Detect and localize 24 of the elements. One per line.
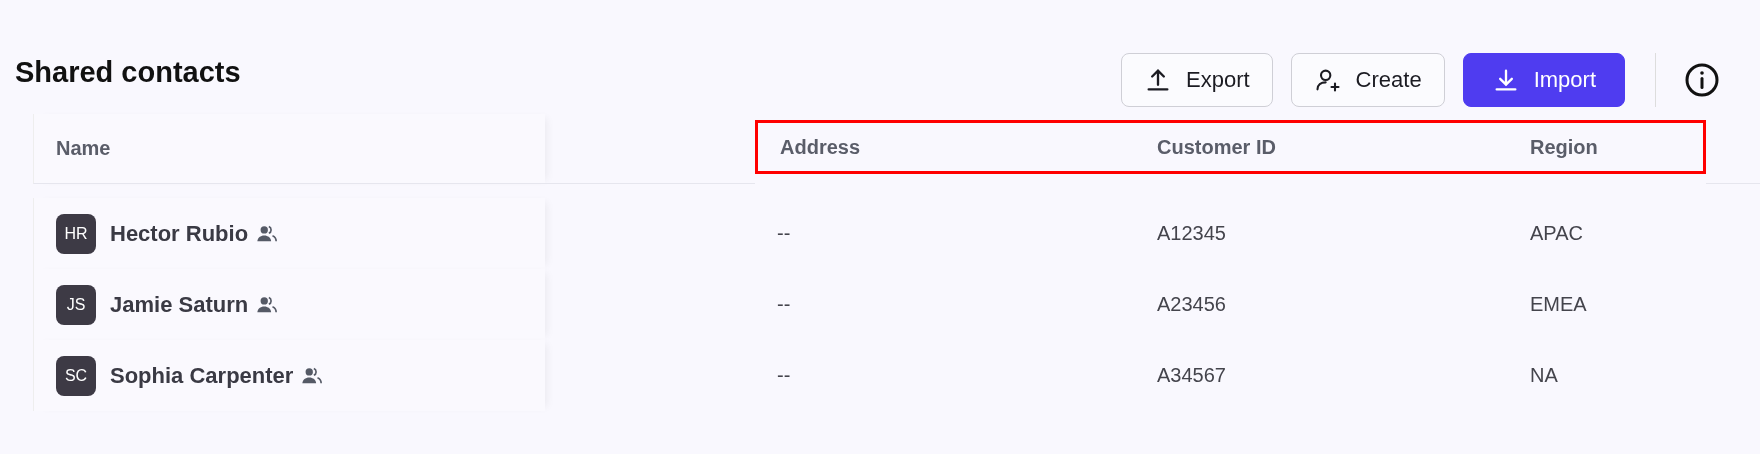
import-button[interactable]: Import <box>1462 53 1625 107</box>
column-header[interactable]: Customer ID <box>1135 120 1508 174</box>
avatar-initials: JS <box>56 284 96 325</box>
page-title: Shared contacts <box>15 56 242 89</box>
table-cell-text: EMEA <box>1529 292 1588 317</box>
contact-name[interactable]: Jamie Saturn <box>110 291 249 318</box>
contact-name[interactable]: Hector Rubio <box>110 220 249 247</box>
avatar-initials: HR <box>56 213 96 254</box>
table-cell-text: -- <box>776 292 792 317</box>
table-cell-text: APAC <box>1529 221 1584 246</box>
contact-name[interactable]: Sophia Carpenter <box>110 362 294 389</box>
column-header[interactable]: Region <box>1508 120 1706 174</box>
table-cell-text: A12345 <box>1156 221 1227 246</box>
column-header[interactable]: Name <box>33 114 545 184</box>
info-icon[interactable] <box>1684 62 1720 98</box>
column-header[interactable]: Address <box>755 120 1135 174</box>
table-cell-text: -- <box>776 363 792 388</box>
create-button[interactable]: Create <box>1290 53 1445 107</box>
export-button[interactable]: Export <box>1121 53 1273 107</box>
table-cell-text: A23456 <box>1156 292 1227 317</box>
table-cell-text: NA <box>1529 363 1559 388</box>
table-cell-text: A34567 <box>1156 363 1227 388</box>
table-cell-text: -- <box>776 221 792 246</box>
avatar-initials: SC <box>56 355 96 396</box>
